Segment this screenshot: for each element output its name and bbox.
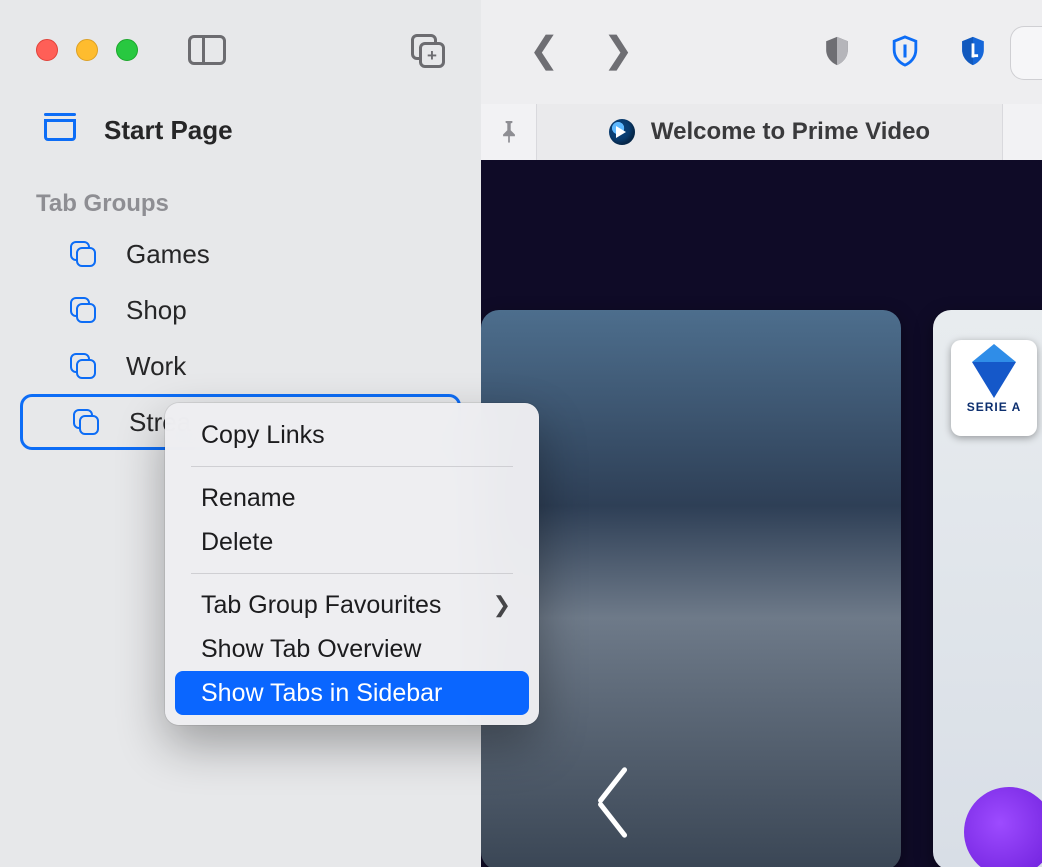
chevron-right-icon: ❯ [493,592,511,618]
tab-group-icon [73,409,99,435]
toolbar-right: ❮ ❯ [481,0,1042,100]
menu-label: Rename [201,484,296,513]
menu-separator [191,573,513,574]
tab-group-shop[interactable]: Shop [20,282,461,338]
toggle-sidebar-button[interactable] [188,35,226,65]
tab-group-icon [70,353,96,379]
menu-copy-links[interactable]: Copy Links [175,413,529,457]
tab-strip: Welcome to Prime Video [481,104,1042,160]
window-minimize-button[interactable] [76,39,98,61]
menu-show-tabs-in-sidebar[interactable]: Show Tabs in Sidebar [175,671,529,715]
toolbar-left: + [0,0,481,100]
start-page-label: Start Page [104,115,233,146]
browser-window: + Start Page Tab Groups Games Shop Work [0,0,1042,867]
window-zoom-button[interactable] [116,39,138,61]
serie-a-logo-icon [972,362,1016,398]
tab-group-icon [70,241,96,267]
tab-group-work[interactable]: Work [20,338,461,394]
nav-arrows: ❮ ❯ [529,29,633,71]
serie-a-text: SERIE A [967,400,1022,414]
pinned-tabs-button[interactable] [481,104,537,160]
traffic-lights [36,39,138,61]
privacy-report-icon[interactable] [824,35,850,65]
menu-label: Copy Links [201,421,325,450]
tab-groups-section-label: Tab Groups [0,160,481,226]
window-close-button[interactable] [36,39,58,61]
new-tab-group-button[interactable]: + [411,34,449,68]
carousel-prev-icon[interactable] [599,800,641,842]
plus-icon: + [419,42,445,68]
sidebar-item-start-page[interactable]: Start Page [0,100,481,160]
toolbar-icons-right [824,0,986,100]
menu-show-tab-overview[interactable]: Show Tab Overview [175,627,529,671]
menu-delete[interactable]: Delete [175,520,529,564]
laptop-icon [44,119,76,141]
main-pane: ❮ ❯ Welcome to Prim [481,0,1042,867]
serie-a-badge: SERIE A [951,340,1037,436]
tab-group-label: Shop [126,295,187,326]
forward-button[interactable]: ❯ [603,29,633,71]
tab-group-context-menu: Copy Links Rename Delete Tab Group Favou… [165,403,539,725]
hero-card-1[interactable] [481,310,901,867]
address-bar[interactable] [1010,26,1042,80]
menu-label: Show Tabs in Sidebar [201,679,442,708]
menu-label: Tab Group Favourites [201,591,441,620]
tab-group-label: Games [126,239,210,270]
tab-divider [1002,104,1042,160]
menu-label: Show Tab Overview [201,635,421,664]
sidebar-list: Start Page Tab Groups Games Shop Work St… [0,100,481,450]
menu-tab-group-favourites[interactable]: Tab Group Favourites ❯ [175,583,529,627]
tab-group-games[interactable]: Games [20,226,461,282]
prime-video-favicon [609,119,635,145]
tab-group-icon [70,297,96,323]
tracker-shield-icon[interactable] [892,35,918,65]
menu-separator [191,466,513,467]
back-button[interactable]: ❮ [529,29,559,71]
tab-group-label: Work [126,351,186,382]
menu-label: Delete [201,528,273,557]
menu-rename[interactable]: Rename [175,476,529,520]
page-content[interactable]: SERIE A [481,160,1042,867]
tab-title: Welcome to Prime Video [651,118,930,146]
password-shield-icon[interactable] [960,35,986,65]
tab-prime-video[interactable]: Welcome to Prime Video [537,104,1002,160]
